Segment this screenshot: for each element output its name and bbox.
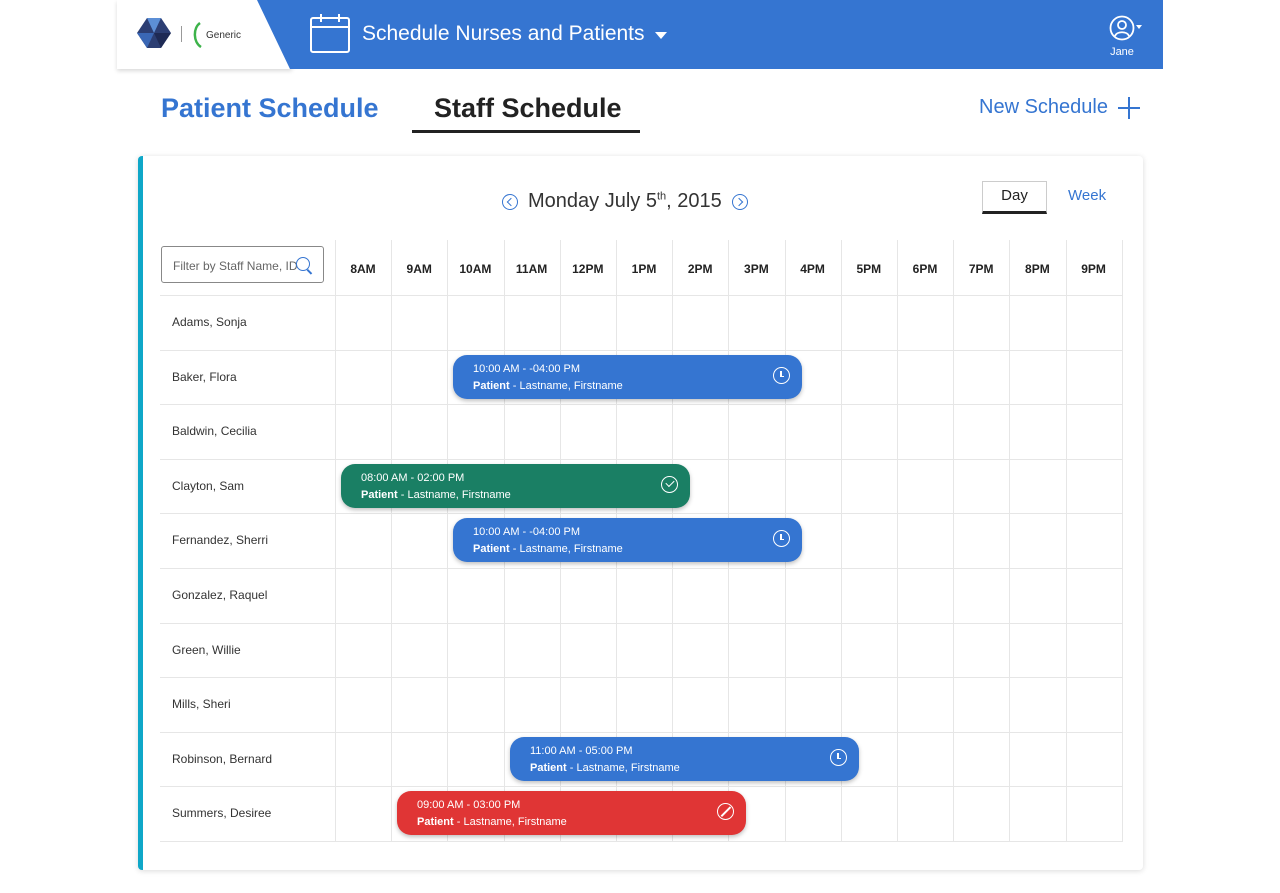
staff-name: Baldwin, Cecilia [172, 424, 257, 438]
plus-icon [1117, 96, 1140, 119]
grid-column-line [391, 240, 392, 842]
user-menu[interactable]: Jane [1102, 15, 1142, 58]
event-time: 10:00 AM - -04:00 PM [473, 526, 580, 538]
event-time: 08:00 AM - 02:00 PM [361, 472, 465, 484]
next-day-icon[interactable] [731, 193, 748, 210]
staff-filter-input[interactable] [171, 258, 303, 274]
grid-row-line [160, 295, 1123, 296]
event-patient: Patient - Lastname, Firstname [473, 543, 623, 555]
schedule-event[interactable]: 10:00 AM - -04:00 PM Patient - Lastname, … [453, 518, 802, 562]
tab-staff-schedule[interactable]: Staff Schedule [434, 93, 622, 124]
staff-name: Mills, Sheri [172, 697, 231, 711]
clock-icon [830, 749, 847, 766]
event-time: 10:00 AM - -04:00 PM [473, 363, 580, 375]
grid-row-line [160, 623, 1123, 624]
grid-row-line [160, 350, 1123, 351]
brand-text: Generic [206, 29, 242, 41]
user-caret-icon [1136, 25, 1142, 29]
event-time: 09:00 AM - 03:00 PM [417, 799, 521, 811]
user-name: Jane [1110, 46, 1134, 58]
grid-row-line [160, 404, 1123, 405]
event-patient: Patient - Lastname, Firstname [417, 816, 567, 828]
staff-name: Green, Willie [172, 643, 241, 657]
event-patient: Patient - Lastname, Firstname [530, 762, 680, 774]
grid-row-line [160, 786, 1123, 787]
hour-header: 3PM [744, 262, 769, 276]
hour-header: 4PM [800, 262, 825, 276]
view-day-button[interactable]: Day [982, 181, 1047, 214]
schedule-event[interactable]: 09:00 AM - 03:00 PM Patient - Lastname, F… [397, 791, 746, 835]
staff-name: Summers, Desiree [172, 806, 272, 820]
check-circle-icon [661, 476, 678, 493]
generic-leaf-icon [193, 22, 202, 48]
grid-column-line [1122, 240, 1123, 842]
hour-header: 11AM [515, 262, 548, 276]
generic-logo: Generic [191, 20, 241, 50]
logo-divider [181, 26, 182, 42]
event-patient: Patient - Lastname, Firstname [361, 489, 511, 501]
clock-icon [773, 367, 790, 384]
blocked-icon [717, 803, 734, 820]
hour-header: 7PM [968, 262, 994, 276]
grid-column-line [447, 240, 448, 842]
hour-header: 9PM [1081, 262, 1106, 276]
chevron-down-icon [654, 31, 667, 39]
search-icon[interactable] [296, 257, 310, 271]
grid-row-line [160, 732, 1123, 733]
hour-header: 12PM [572, 262, 604, 276]
clock-icon [773, 530, 790, 547]
hour-header: 2PM [687, 262, 713, 276]
staff-filter-field[interactable] [161, 246, 324, 283]
view-week-button[interactable]: Week [1068, 187, 1106, 204]
schedule-event[interactable]: 08:00 AM - 02:00 PM Patient - Lastname, F… [341, 464, 690, 508]
grid-row-line [160, 568, 1123, 569]
new-schedule-label: New Schedule [979, 96, 1108, 118]
staff-name: Adams, Sonja [172, 315, 247, 329]
staff-name: Baker, Flora [172, 370, 237, 384]
grid-row-line [160, 459, 1123, 460]
active-tab-underline [412, 130, 640, 133]
hour-header: 5PM [856, 262, 882, 276]
grid-column-line [1066, 240, 1067, 842]
hour-header: 9AM [406, 262, 432, 276]
schedule-event[interactable]: 10:00 AM - -04:00 PM Patient - Lastname, … [453, 355, 802, 399]
previous-day-icon[interactable] [502, 193, 518, 210]
grid-row-line [160, 677, 1123, 678]
staff-name: Gonzalez, Raquel [172, 588, 268, 602]
grid-column-line [897, 240, 898, 842]
date-navigator: Monday July 5th, 2015 [502, 190, 748, 213]
hour-header: 6PM [912, 262, 938, 276]
staff-name: Robinson, Bernard [172, 752, 273, 766]
staff-name: Clayton, Sam [172, 479, 245, 493]
grid-column-line [335, 240, 336, 842]
user-avatar-icon [1109, 15, 1135, 41]
calendar-icon [310, 14, 350, 53]
grid-row-line [160, 841, 1123, 842]
schedule-event[interactable]: 11:00 AM - 05:00 PM Patient - Lastname, F… [510, 737, 859, 781]
grid-row-line [160, 513, 1123, 514]
grid-column-line [953, 240, 954, 842]
app-title-dropdown[interactable]: Schedule Nurses and Patients [362, 22, 667, 46]
hour-header: 1PM [631, 262, 657, 276]
event-patient: Patient - Lastname, Firstname [473, 380, 623, 392]
event-time: 11:00 AM - 05:00 PM [530, 745, 633, 757]
app-title: Schedule Nurses and Patients [362, 22, 645, 45]
hour-header: 10AM [459, 262, 492, 276]
new-schedule-button[interactable]: New Schedule [979, 96, 1140, 119]
hour-header: 8PM [1025, 262, 1050, 276]
hour-header: 8AM [350, 262, 376, 276]
company-logo-icon [137, 18, 171, 48]
staff-name: Fernandez, Sherri [172, 533, 269, 547]
tab-patient-schedule[interactable]: Patient Schedule [161, 93, 379, 124]
current-date: Monday July 5th, 2015 [528, 190, 722, 212]
grid-column-line [1009, 240, 1010, 842]
